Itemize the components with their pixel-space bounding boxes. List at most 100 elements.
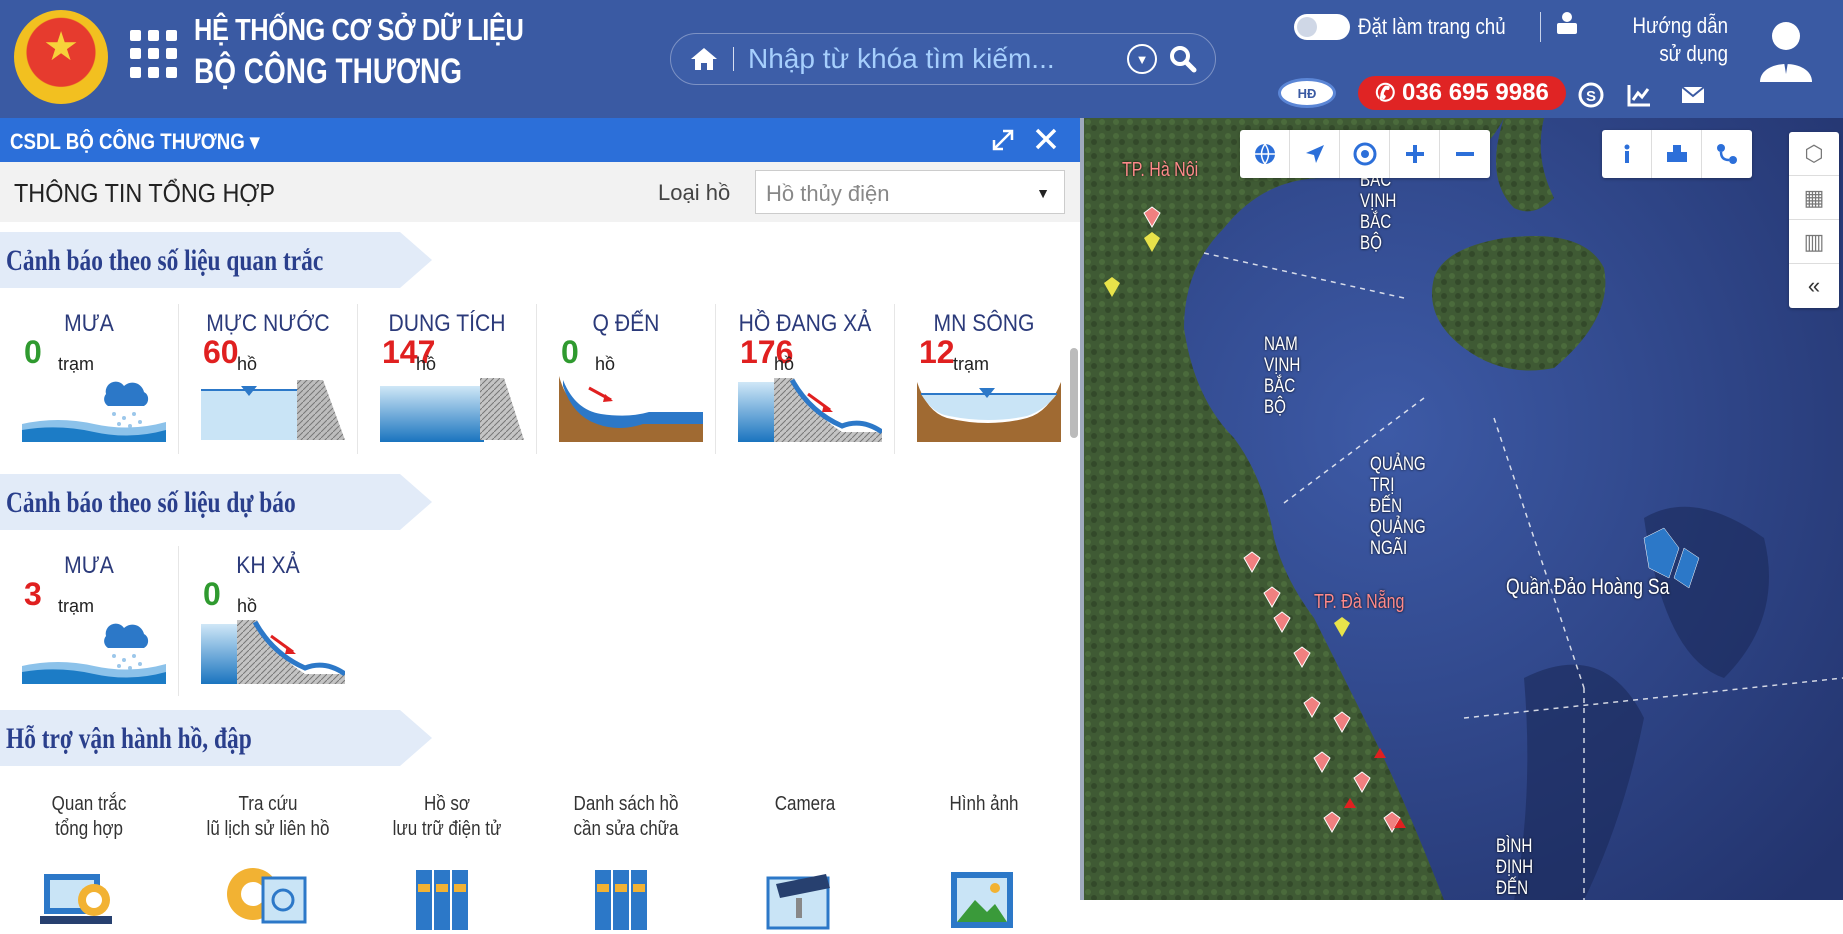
route-icon[interactable] [1702,130,1752,178]
close-icon[interactable] [1032,125,1060,153]
binders-icon [595,870,647,930]
tool-label-line1: Hình ảnh [949,793,1019,815]
reservoir-type-value: Hồ thủy điện [766,181,890,206]
camera-icon [766,874,830,930]
discharge-icon [738,378,882,442]
tile-value: 60 [203,334,239,370]
tool-label: Hình ảnh [908,792,1059,817]
reservoir-type-select[interactable]: Hồ thủy điện ▼ [755,170,1065,214]
apps-grid-icon[interactable] [130,30,178,78]
water-level-icon [201,380,345,440]
top-header: ★ HỆ THỐNG CƠ SỞ DỮ LIỆU BỘ CÔNG THƯƠNG … [0,0,1843,118]
tile-inflow[interactable]: Q ĐẾN 0 hồ [537,298,715,458]
caret-down-icon: ▾ [249,129,260,154]
svg-text:S: S [1586,88,1596,105]
panel-scrollbar[interactable] [1070,348,1078,438]
phone-icon: ✆ [1375,79,1402,107]
user-guide-link[interactable]: Hướng dẫn sử dụng [1609,12,1728,68]
tool-repair-list[interactable]: Danh sách hồ cần sửa chữa [537,792,715,932]
table-icon[interactable]: ▥ [1789,220,1839,264]
panel-filter-bar: THÔNG TIN TỔNG HỢP Loại hồ Hồ thủy điện ▼ [0,162,1080,222]
panel-heading: THÔNG TIN TỔNG HỢP [14,178,276,208]
set-home-toggle[interactable] [1294,14,1350,40]
skype-icon[interactable]: S [1578,82,1604,108]
map-toolbar-right [1602,130,1752,178]
river-level-icon [917,382,1061,442]
locate-icon[interactable] [1290,130,1340,178]
zoom-in-icon[interactable] [1390,130,1440,178]
layers-globe-icon[interactable] [1340,130,1390,178]
chart-icon[interactable] [1626,82,1652,108]
tool-electronic-archive[interactable]: Hồ sơ lưu trữ điện tử [358,792,536,932]
tile-rain[interactable]: MƯA 0 trạm [0,298,178,458]
map-label-hoangsa: Quần Đảo Hoàng Sa [1506,574,1670,599]
image-icon [951,872,1013,928]
map-label-north-gulf: BẮC VỊNH BẮC BỘ [1360,170,1397,254]
user-account-icon[interactable] [1756,18,1816,82]
map-label-binhdinh: BÌNH ĐỊNH ĐẾN [1496,836,1534,899]
tile-value: 0 [24,334,42,370]
tool-label: Danh sách hồ cần sửa chữa [550,792,701,842]
tool-label-line1: Hồ sơ [423,793,471,815]
collapse-left-icon[interactable]: « [1789,264,1839,308]
capacity-icon [380,378,524,442]
map-label-hanoi: TP. Hà Nội [1122,159,1199,181]
reservoir-type-label: Loại hồ [658,180,731,205]
tool-label: Camera [729,792,880,817]
print-icon[interactable] [1652,130,1702,178]
map-side-toolbar: ⬡ ▦ ▥ « [1789,132,1839,308]
tool-camera[interactable]: Camera [716,792,894,932]
discharge-icon [201,620,345,684]
book-user-icon [1557,12,1577,34]
tile-discharging[interactable]: HỒ ĐANG XẢ 176 hồ [716,298,894,458]
tool-label: Hồ sơ lưu trữ điện tử [371,792,522,842]
panel-title: CSDL BỘ CÔNG THƯƠNG [10,129,245,154]
national-emblem-logo[interactable]: ★ [14,10,108,104]
tile-discharge-plan[interactable]: KH XẢ 0 hồ [179,540,357,700]
tool-label: Quan trắc tổng hợp [13,792,164,842]
section-operations: Hỗ trợ vận hành hồ, đập [0,710,432,766]
search-input[interactable] [748,43,1121,75]
satellite-map[interactable]: TP. Hà Nội BẮC VỊNH BẮC BỘ NAM VỊNH BẮC BỘ QUẢ… [1084,118,1843,900]
tool-label-line1: Tra cứu [238,793,298,815]
info-panel: CSDL BỘ CÔNG THƯƠNG ▾ THÔNG TIN TỔNG HỢP… [0,118,1080,930]
tile-river-level[interactable]: MN SÔNG 12 trạm [895,298,1073,458]
tool-monitoring-summary[interactable]: Quan trắc tổng hợp [0,792,178,932]
hd-badge[interactable]: HĐ [1278,78,1336,108]
zoom-out-icon[interactable] [1440,130,1490,178]
panel-database-dropdown[interactable]: CSDL BỘ CÔNG THƯƠNG ▾ [10,129,259,155]
chevron-down-icon[interactable]: ▼ [1127,44,1157,74]
home-icon[interactable] [689,46,719,72]
tile-capacity[interactable]: DUNG TÍCH 147 hồ [358,298,536,458]
tool-label-line2: lũ lịch sử liên hồ [206,818,330,840]
panel-titlebar: CSDL BỘ CÔNG THƯƠNG ▾ [0,118,1080,162]
tool-label-line1: Quan trắc [51,793,127,815]
info-icon[interactable] [1602,130,1652,178]
rain-icon [22,381,166,442]
expand-icon[interactable] [990,127,1016,153]
tile-value: 3 [24,576,42,612]
mail-icon[interactable] [1680,82,1706,108]
tool-label-line2: lưu trữ điện tử [392,818,502,840]
tile-value: 0 [561,334,579,370]
tile-forecast-rain[interactable]: MƯA 3 trạm [0,540,178,700]
search-icon[interactable] [1169,45,1197,73]
hotline-button[interactable]: ✆ 036 695 9986 [1358,76,1566,110]
building-icon[interactable]: ▦ [1789,176,1839,220]
section-monitoring: Cảnh báo theo số liệu quan trắc [0,232,432,288]
cube-icon[interactable]: ⬡ [1789,132,1839,176]
search-bar: ▼ [670,33,1216,85]
map-label-south-gulf: NAM VỊNH BẮC BỘ [1264,334,1301,418]
section-forecast-title: Cảnh báo theo số liệu dự báo [6,486,296,519]
tool-flood-history[interactable]: Tra cứu lũ lịch sử liên hồ [179,792,357,932]
map-label-danang: TP. Đà Nẵng [1314,591,1405,613]
globe-icon[interactable] [1240,130,1290,178]
tool-label-line2: tổng hợp [55,818,123,840]
tile-value: 12 [919,334,955,370]
site-title-line2: BỘ CÔNG THƯƠNG [194,52,462,91]
set-home-label[interactable]: Đặt làm trang chủ [1358,14,1506,40]
tile-water-level[interactable]: MỰC NƯỚC 60 hồ [179,298,357,458]
tool-images[interactable]: Hình ảnh [895,792,1073,932]
section-operations-title: Hỗ trợ vận hành hồ, đập [6,722,252,755]
map-label-quangtri: QUẢNG TRỊ ĐẾN QUẢNG NGÃI [1370,454,1426,559]
